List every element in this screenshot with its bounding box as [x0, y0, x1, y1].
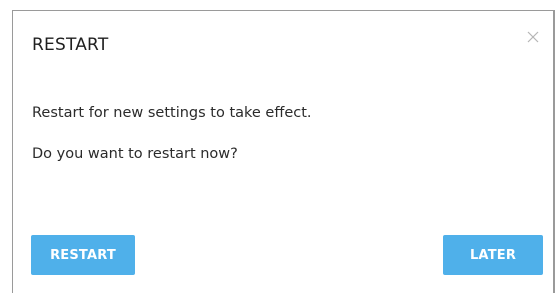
restart-button[interactable]: RESTART	[31, 235, 135, 275]
restart-dialog: RESTART Restart for new settings to take…	[12, 10, 555, 293]
message-line-1: Restart for new settings to take effect.	[32, 105, 312, 121]
close-icon[interactable]	[523, 27, 543, 47]
message-line-2: Do you want to restart now?	[32, 146, 238, 162]
dialog-title: RESTART	[32, 35, 109, 55]
later-button[interactable]: LATER	[443, 235, 543, 275]
